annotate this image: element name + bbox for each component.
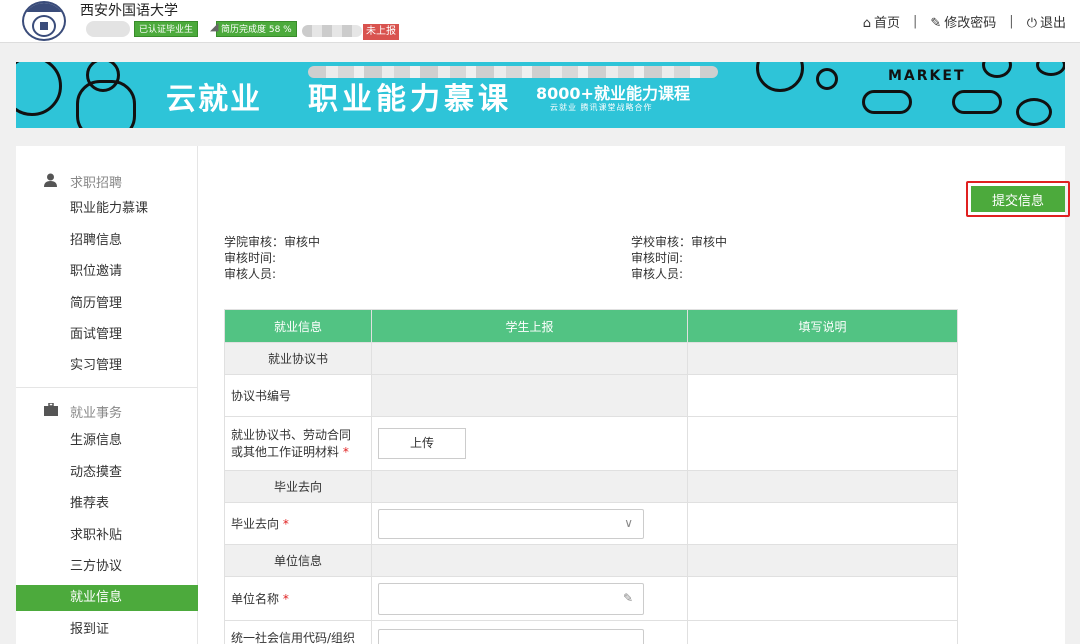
lightbulb-icon: [816, 68, 838, 90]
sidebar-item-employment-info[interactable]: 就业信息: [16, 585, 198, 611]
sidebar-item-interviews[interactable]: 面试管理: [16, 322, 198, 348]
sidebar-item-recruitment[interactable]: 招聘信息: [16, 228, 198, 254]
user-name-redacted: [86, 21, 130, 37]
table-row: 单位名称 * ✎: [224, 576, 958, 621]
destination-select[interactable]: ∨: [378, 508, 644, 539]
field-label: 单位名称 *: [224, 576, 372, 621]
status-badge: 未上报: [363, 24, 399, 40]
college-review-time: 审核时间:: [224, 251, 277, 265]
school-reviewer: 审核人员:: [631, 267, 684, 281]
sidebar-item-survey[interactable]: 动态摸查: [16, 460, 198, 486]
sidebar-divider: [16, 387, 198, 388]
college-review-block: 学院审核：审核中 审核时间: 审核人员:: [224, 234, 320, 282]
edit-icon: ✎: [930, 16, 942, 31]
banner-subtitle-small: 云就业 腾讯课堂战略合作: [550, 103, 653, 112]
field-label: 毕业去向 *: [224, 502, 372, 545]
graduate-badge: 已认证毕业生: [134, 21, 199, 37]
change-password-link[interactable]: ✎ 修改密码: [930, 12, 996, 31]
sidebar-item-resume[interactable]: 简历管理: [16, 291, 198, 317]
sidebar: 求职招聘 职业能力慕课 招聘信息 职位邀请 简历管理 面试管理 实习管理 就业事…: [16, 146, 198, 644]
banner-brand: 云就业: [166, 82, 262, 117]
school-review-time: 审核时间:: [631, 251, 684, 265]
home-link[interactable]: ⌂ 首页: [863, 12, 900, 31]
chevron-down-icon: ∨: [624, 515, 633, 530]
student-name-redacted: [302, 25, 362, 37]
magnifier-icon: [756, 62, 804, 92]
submit-info-button[interactable]: 提交信息: [971, 186, 1065, 212]
field-label: 统一社会信用代码/组织: [224, 620, 372, 644]
sidebar-item-report-cert[interactable]: 报到证: [16, 617, 198, 643]
sidebar-item-job-invitations[interactable]: 职位邀请: [16, 259, 198, 285]
submit-highlight: 提交信息: [966, 181, 1070, 217]
table-section-row: 就业协议书: [224, 342, 958, 375]
column-header: 学生上报: [371, 309, 688, 343]
sidebar-item-student-info[interactable]: 生源信息: [16, 428, 198, 454]
sidebar-item-recommendation[interactable]: 推荐表: [16, 491, 198, 517]
credit-code-input[interactable]: [378, 629, 644, 644]
doodle-icon: [76, 80, 136, 128]
college-reviewer: 审核人员:: [224, 267, 277, 281]
college-review-status: 学院审核：审核中: [224, 235, 321, 249]
sidebar-group-affairs: 就业事务: [16, 398, 198, 424]
school-review-status: 学校审核：审核中: [631, 235, 728, 249]
cloud-icon: [862, 90, 912, 114]
broken-image-icon: ◢: [210, 20, 219, 33]
table-row: 统一社会信用代码/组织: [224, 620, 958, 644]
atom-icon: [1016, 98, 1052, 126]
sidebar-item-internship[interactable]: 实习管理: [16, 353, 198, 379]
field-label: 协议书编号: [224, 374, 372, 417]
user-icon: [44, 173, 57, 191]
banner-market: MARKET: [888, 68, 966, 84]
top-nav: ⌂ 首页 | ✎ 修改密码 | ⏻ 退出: [862, 12, 1066, 31]
banner-title: 职业能力慕课: [308, 82, 512, 117]
employment-info-table: 就业信息 学生上报 填写说明 就业协议书 协议书编号 就业协议书、劳动合同 或其…: [224, 309, 958, 644]
doodle-icon: [16, 62, 62, 116]
table-row: 就业协议书、劳动合同 或其他工作证明材料 * 上传: [224, 416, 958, 471]
agreement-no-value: [371, 374, 688, 417]
student-details-redacted: [308, 66, 718, 78]
table-row: 协议书编号: [224, 374, 958, 417]
power-icon: ⏻: [1026, 16, 1037, 31]
table-section-row: 毕业去向: [224, 470, 958, 503]
pencil-icon: ✎: [622, 590, 633, 605]
banner-subtitle: 8000+就业能力课程: [536, 84, 690, 103]
table-section-row: 单位信息: [224, 544, 958, 577]
sidebar-group-job: 求职招聘: [16, 168, 198, 194]
upload-button[interactable]: 上传: [378, 428, 466, 459]
field-label: 就业协议书、劳动合同 或其他工作证明材料 *: [224, 416, 372, 471]
home-icon: ⌂: [862, 16, 871, 31]
unit-name-input[interactable]: ✎: [378, 582, 644, 615]
resume-completion-badge: 简历完成度 58 %: [216, 21, 297, 37]
cloud-icon: [952, 90, 1002, 114]
top-bar: 西安外国语大学 已认证毕业生 简历完成度 58 % ⌂ 首页 | ✎ 修改密码 | …: [0, 0, 1080, 43]
sidebar-item-job-subsidy[interactable]: 求职补贴: [16, 523, 198, 549]
briefcase-icon: [44, 402, 58, 420]
doodle-icon: [982, 62, 1012, 78]
logout-link[interactable]: ⏻ 退出: [1027, 12, 1066, 31]
column-header: 就业信息: [224, 309, 372, 343]
column-header: 填写说明: [687, 309, 958, 343]
school-review-block: 学校审核：审核中 审核时间: 审核人员:: [631, 234, 727, 282]
table-header-row: 就业信息 学生上报 填写说明: [224, 309, 958, 343]
sidebar-item-career-mooc[interactable]: 职业能力慕课: [16, 196, 198, 222]
table-row: 毕业去向 * ∨: [224, 502, 958, 545]
school-logo: [22, 1, 66, 41]
sidebar-item-tripartite[interactable]: 三方协议: [16, 554, 198, 580]
doodle-icon: [1036, 62, 1065, 76]
school-name: 西安外国语大学: [80, 3, 178, 19]
